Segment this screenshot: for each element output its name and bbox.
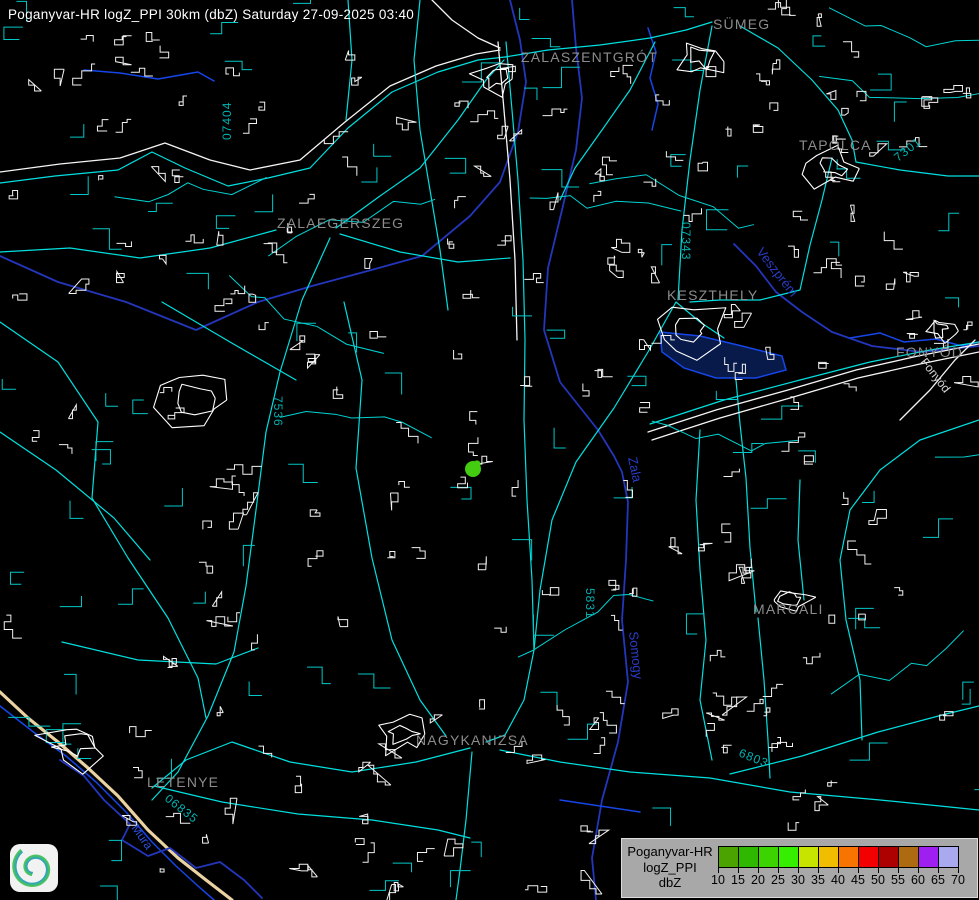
- radar-map: SÜMEG ZALASZENTGRÓT TAPOLCA ZALAEGERSZEG KES…: [0, 0, 979, 900]
- city-label: TAPOLCA: [799, 137, 872, 153]
- tick-label: 25: [771, 873, 785, 887]
- legend-swatch: [878, 846, 899, 868]
- city-label: MARCALI: [753, 601, 824, 617]
- legend-title-line: dbZ: [622, 875, 718, 891]
- tick-label: 40: [831, 873, 845, 887]
- tick-label: 65: [931, 873, 945, 887]
- legend-title-line: Poganyvar-HR: [622, 844, 718, 860]
- legend-title-block: Poganyvar-HR logZ_PPI dbZ: [622, 844, 718, 891]
- legend-swatch: [738, 846, 759, 868]
- map-title: Poganyvar-HR logZ_PPI 30km (dbZ) Saturda…: [8, 7, 414, 22]
- tick-label: 55: [891, 873, 905, 887]
- legend-swatch: [718, 846, 739, 868]
- legend-swatch: [858, 846, 879, 868]
- minor-road-glyphs: [2, 0, 979, 900]
- legend-swatch: [818, 846, 839, 868]
- radar-legend: Poganyvar-HR logZ_PPI dbZ 10 15 20 25 30 35 40…: [621, 838, 978, 898]
- spiral-icon: [10, 844, 58, 892]
- city-label: KESZTHELY: [667, 287, 758, 303]
- legend-swatch: [798, 846, 819, 868]
- road-number-label: 06835: [162, 791, 201, 826]
- road-number-label: 7536: [271, 396, 285, 427]
- county-label: Zala: [625, 456, 645, 485]
- map-labels: SÜMEG ZALASZENTGRÓT TAPOLCA ZALAEGERSZEG KES…: [129, 15, 964, 852]
- water-feature-label: Mura: [129, 822, 156, 853]
- tick-label: 45: [851, 873, 865, 887]
- road-number-label: 07404: [220, 102, 234, 140]
- city-label: SÜMEG: [713, 15, 770, 32]
- legend-swatch: [938, 846, 959, 868]
- tick-label: 60: [911, 873, 925, 887]
- city-label: ZALAEGERSZEG: [277, 215, 404, 231]
- legend-swatch: [778, 846, 799, 868]
- legend-swatch: [918, 846, 939, 868]
- radar-echo-layer: [465, 460, 481, 477]
- tick-label: 35: [811, 873, 825, 887]
- map-line-features: [0, 0, 979, 900]
- tick-label: 15: [731, 873, 745, 887]
- city-label: NAGYKANIZSA: [416, 732, 529, 748]
- dbz-color-scale: [718, 846, 959, 868]
- tick-label: 50: [871, 873, 885, 887]
- tick-label: 30: [791, 873, 805, 887]
- tick-label: 10: [711, 873, 725, 887]
- legend-title-line: logZ_PPI: [622, 860, 718, 876]
- legend-swatch: [838, 846, 859, 868]
- city-label: LETENYE: [147, 774, 219, 790]
- road-number-label: 6803: [737, 746, 771, 770]
- legend-swatch: [758, 846, 779, 868]
- tick-label: 20: [751, 873, 765, 887]
- road-number-label: 07343: [679, 222, 693, 260]
- city-label: ZALASZENTGRÓT: [521, 49, 658, 65]
- met-logo: [10, 844, 58, 892]
- legend-swatch: [898, 846, 919, 868]
- road-number-label: 5831: [583, 588, 597, 619]
- tick-label: 70: [951, 873, 965, 887]
- county-label: Somogy: [626, 631, 646, 680]
- settlement-glyphs: [4, 0, 978, 900]
